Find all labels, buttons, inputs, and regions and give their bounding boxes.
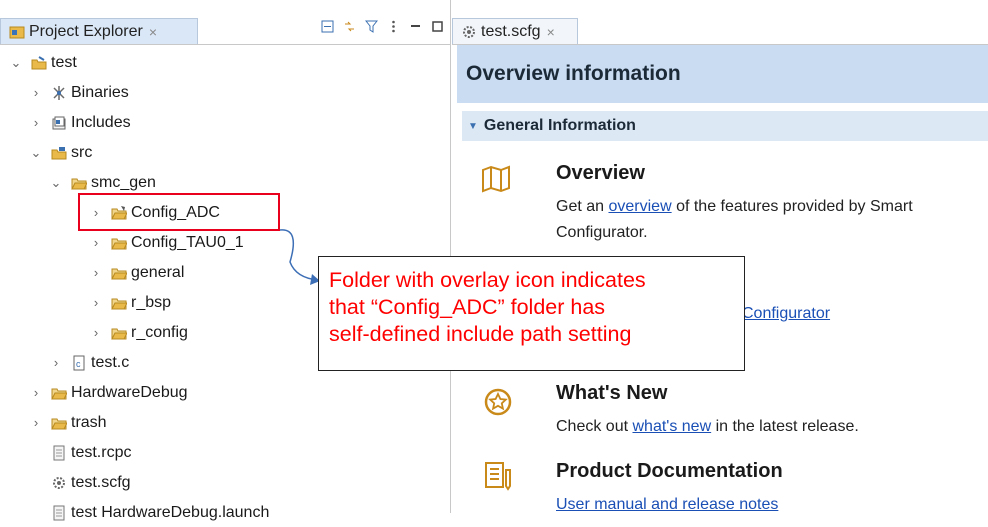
tree-item-label: general bbox=[131, 263, 185, 281]
map-icon bbox=[482, 165, 510, 193]
tree-item-test-c[interactable]: › c test.c bbox=[50, 348, 129, 377]
tree-item-general[interactable]: › general bbox=[90, 258, 185, 287]
chevron-right-icon[interactable]: › bbox=[90, 265, 102, 280]
annotation-callout: Folder with overlay icon indicates that … bbox=[318, 256, 745, 371]
maximize-icon[interactable] bbox=[431, 20, 444, 33]
collapse-all-icon[interactable] bbox=[321, 20, 334, 33]
tree-item-config-tau[interactable]: › Config_TAU0_1 bbox=[90, 228, 244, 257]
configurator-link[interactable]: Configurator bbox=[742, 305, 830, 322]
tab-label: test.scfg bbox=[481, 22, 541, 40]
chevron-right-icon[interactable]: › bbox=[30, 85, 42, 100]
tree-item-label: test.scfg bbox=[71, 473, 131, 491]
folder-open-icon bbox=[51, 388, 67, 399]
star-badge-icon bbox=[484, 388, 512, 416]
product-documentation-description: User manual and release notes bbox=[556, 492, 778, 518]
tree-item-label: Includes bbox=[71, 113, 131, 131]
chevron-right-icon[interactable]: › bbox=[90, 325, 102, 340]
folder-open-icon bbox=[111, 328, 127, 339]
tree-item-hardware-debug[interactable]: › HardwareDebug bbox=[30, 378, 188, 407]
folder-open-icon bbox=[51, 418, 67, 429]
svg-text:c: c bbox=[76, 359, 81, 369]
folder-open-icon bbox=[71, 178, 87, 189]
project-icon bbox=[31, 55, 47, 69]
folder-open-icon bbox=[111, 268, 127, 279]
project-explorer-tabbar: Project Explorer × bbox=[0, 0, 450, 45]
folder-open-icon bbox=[111, 238, 127, 249]
source-folder-icon bbox=[51, 146, 67, 159]
gear-icon bbox=[53, 476, 65, 489]
whats-new-link[interactable]: what's new bbox=[632, 418, 711, 435]
product-documentation-title: Product Documentation bbox=[556, 460, 783, 482]
chevron-right-icon[interactable]: › bbox=[30, 115, 42, 130]
tree-item-label: test.rcpc bbox=[71, 443, 132, 461]
chevron-right-icon[interactable]: › bbox=[90, 295, 102, 310]
minimize-icon[interactable] bbox=[409, 20, 422, 33]
link-with-editor-icon[interactable] bbox=[343, 20, 356, 33]
tree-item-test[interactable]: ⌄ test bbox=[10, 48, 77, 77]
tree-item-test-scfg[interactable]: test.scfg bbox=[51, 468, 131, 497]
project-explorer-icon bbox=[9, 26, 25, 38]
tree-item-label: trash bbox=[71, 413, 107, 431]
callout-line: that “Config_ADC” folder has bbox=[329, 295, 606, 319]
tab-label: Project Explorer bbox=[29, 22, 143, 40]
document-icon bbox=[485, 462, 511, 491]
overview-title: Overview bbox=[556, 162, 645, 184]
overview-link[interactable]: overview bbox=[608, 198, 671, 215]
view-toolbar bbox=[321, 20, 444, 33]
configurator-link-row: Configurator bbox=[742, 301, 830, 327]
chevron-right-icon[interactable]: › bbox=[30, 385, 42, 400]
close-icon[interactable]: × bbox=[149, 24, 157, 40]
file-icon bbox=[53, 445, 65, 460]
callout-line: self-defined include path setting bbox=[329, 322, 632, 346]
whats-new-pre: Check out bbox=[556, 418, 633, 435]
tree-item-trash[interactable]: › trash bbox=[30, 408, 107, 437]
tree-item-binaries[interactable]: › Binaries bbox=[30, 78, 129, 107]
callout-line: Folder with overlay icon indicates bbox=[329, 268, 646, 292]
chevron-right-icon[interactable]: › bbox=[50, 355, 62, 370]
overview-description: Get an overview of the features provided… bbox=[556, 194, 986, 246]
tree-item-label: Binaries bbox=[71, 83, 129, 101]
close-icon[interactable]: × bbox=[547, 24, 555, 40]
tree-item-includes[interactable]: › Includes bbox=[30, 108, 131, 137]
chevron-down-icon[interactable]: ⌄ bbox=[50, 175, 62, 191]
triangle-down-icon[interactable]: ▼ bbox=[468, 121, 478, 132]
page-title: Overview information bbox=[457, 45, 988, 103]
tree-item-label: src bbox=[71, 143, 93, 161]
tree-item-label: Config_TAU0_1 bbox=[131, 233, 244, 251]
editor-tabbar: test.scfg × bbox=[452, 0, 988, 45]
filter-icon[interactable] bbox=[365, 20, 378, 33]
chevron-right-icon[interactable]: › bbox=[30, 415, 42, 430]
c-file-icon: c bbox=[73, 355, 85, 370]
folder-open-icon bbox=[111, 298, 127, 309]
tree-item-label: r_bsp bbox=[131, 293, 172, 311]
tab-project-explorer[interactable]: Project Explorer × bbox=[0, 18, 198, 44]
whats-new-description: Check out what's new in the latest relea… bbox=[556, 414, 859, 440]
overview-desc-pre: Get an bbox=[556, 198, 609, 215]
tree-item-test-rcpc[interactable]: test.rcpc bbox=[51, 438, 131, 467]
tree-item-label: test bbox=[51, 53, 77, 71]
overview-desc-post: of the features provided by Smart bbox=[671, 198, 913, 215]
config-adc-highlight-box bbox=[78, 193, 280, 231]
chevron-right-icon[interactable]: › bbox=[90, 235, 102, 250]
overview-desc-line2: Configurator. bbox=[556, 224, 648, 241]
view-menu-icon[interactable] bbox=[387, 20, 400, 33]
tree-item-label: r_config bbox=[131, 323, 188, 341]
chevron-down-icon[interactable]: ⌄ bbox=[10, 55, 22, 71]
user-manual-link[interactable]: User manual and release notes bbox=[556, 496, 778, 513]
includes-icon bbox=[52, 116, 66, 129]
tree-item-r-config[interactable]: › r_config bbox=[90, 318, 188, 347]
section-label: General Information bbox=[483, 117, 636, 134]
whats-new-post: in the latest release. bbox=[711, 418, 859, 435]
tree-item-label: smc_gen bbox=[91, 173, 156, 191]
tree-item-r-bsp[interactable]: › r_bsp bbox=[90, 288, 171, 317]
tab-test-scfg[interactable]: test.scfg × bbox=[452, 18, 578, 44]
whats-new-title: What's New bbox=[556, 382, 668, 404]
section-general-information[interactable]: ▼ General Information bbox=[462, 111, 988, 141]
tree-item-src[interactable]: ⌄ src bbox=[30, 138, 93, 167]
gear-icon bbox=[463, 25, 475, 38]
binaries-icon bbox=[53, 85, 65, 100]
tree-item-label: test.c bbox=[91, 353, 130, 371]
tree-item-label: HardwareDebug bbox=[71, 383, 188, 401]
chevron-down-icon[interactable]: ⌄ bbox=[30, 145, 42, 161]
